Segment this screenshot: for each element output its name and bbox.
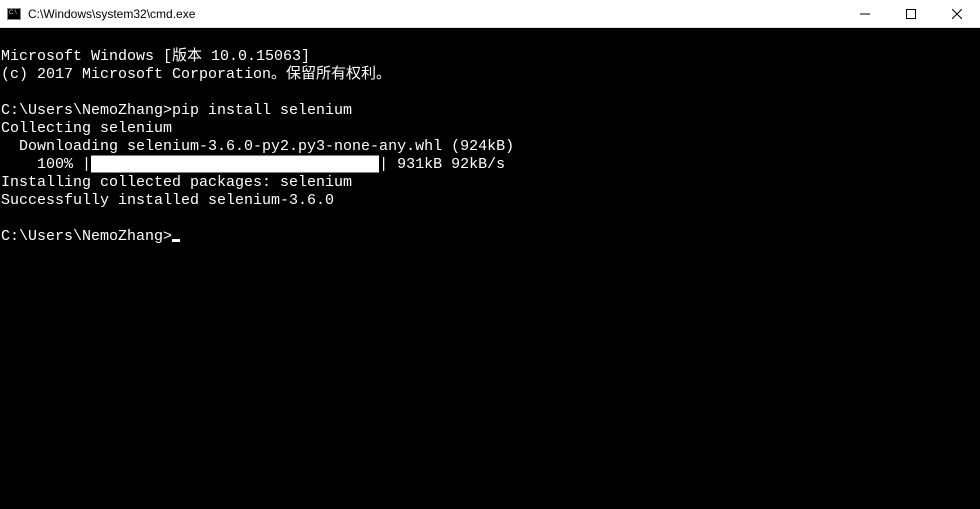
prompt: C:\Users\NemoZhang> xyxy=(1,102,172,119)
progress-percent: 100% | xyxy=(1,156,91,173)
output-line: Successfully installed selenium-3.6.0 xyxy=(1,192,979,210)
minimize-icon xyxy=(860,9,870,19)
progress-stats: | 931kB 92kB/s xyxy=(379,156,505,173)
output-line: (c) 2017 Microsoft Corporation。保留所有权利。 xyxy=(1,66,979,84)
output-blank xyxy=(1,210,979,228)
window-title: C:\Windows\system32\cmd.exe xyxy=(28,7,842,21)
cursor xyxy=(172,239,180,242)
maximize-button[interactable] xyxy=(888,0,934,27)
output-line: C:\Users\NemoZhang> xyxy=(1,228,979,246)
maximize-icon xyxy=(906,9,916,19)
progress-bar: ████████████████████████████████ xyxy=(91,156,379,174)
cmd-icon xyxy=(6,6,22,22)
close-icon xyxy=(952,9,962,19)
output-line: C:\Users\NemoZhang>pip install selenium xyxy=(1,102,979,120)
output-blank xyxy=(1,84,979,102)
output-line: Microsoft Windows [版本 10.0.15063] xyxy=(1,48,979,66)
cmd-window: C:\Windows\system32\cmd.exe Microsoft Wi… xyxy=(0,0,980,509)
command: pip install selenium xyxy=(172,102,352,119)
titlebar[interactable]: C:\Windows\system32\cmd.exe xyxy=(0,0,980,28)
close-button[interactable] xyxy=(934,0,980,27)
output-line: Collecting selenium xyxy=(1,120,979,138)
output-line: 100% |████████████████████████████████| … xyxy=(1,156,979,174)
output-line: Downloading selenium-3.6.0-py2.py3-none-… xyxy=(1,138,979,156)
terminal-output[interactable]: Microsoft Windows [版本 10.0.15063](c) 201… xyxy=(0,28,980,509)
minimize-button[interactable] xyxy=(842,0,888,27)
output-line: Installing collected packages: selenium xyxy=(1,174,979,192)
titlebar-buttons xyxy=(842,0,980,27)
prompt: C:\Users\NemoZhang> xyxy=(1,228,172,245)
